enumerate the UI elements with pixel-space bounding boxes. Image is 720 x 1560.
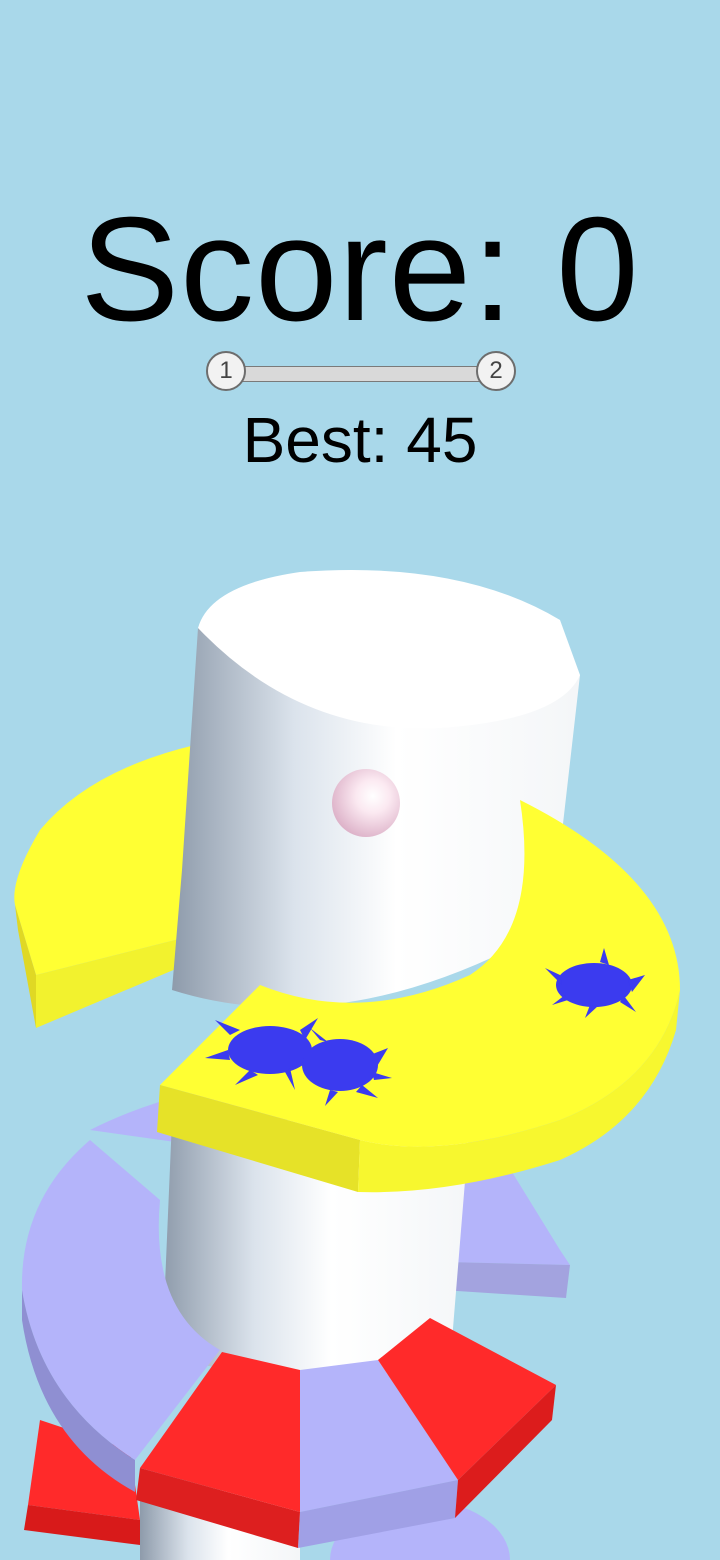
current-level-badge: 1 [206, 351, 246, 391]
progress-track [228, 366, 494, 382]
level-progress-bar: 1 2 [206, 348, 516, 396]
score-label: Score: 0 [80, 187, 640, 352]
next-level-badge: 2 [476, 351, 516, 391]
best-score-label: Best: 45 [242, 404, 478, 476]
hud: Score: 0 1 2 Best: 45 [0, 0, 720, 520]
yellow-platform-back [14, 745, 197, 1028]
ball[interactable] [332, 769, 400, 837]
